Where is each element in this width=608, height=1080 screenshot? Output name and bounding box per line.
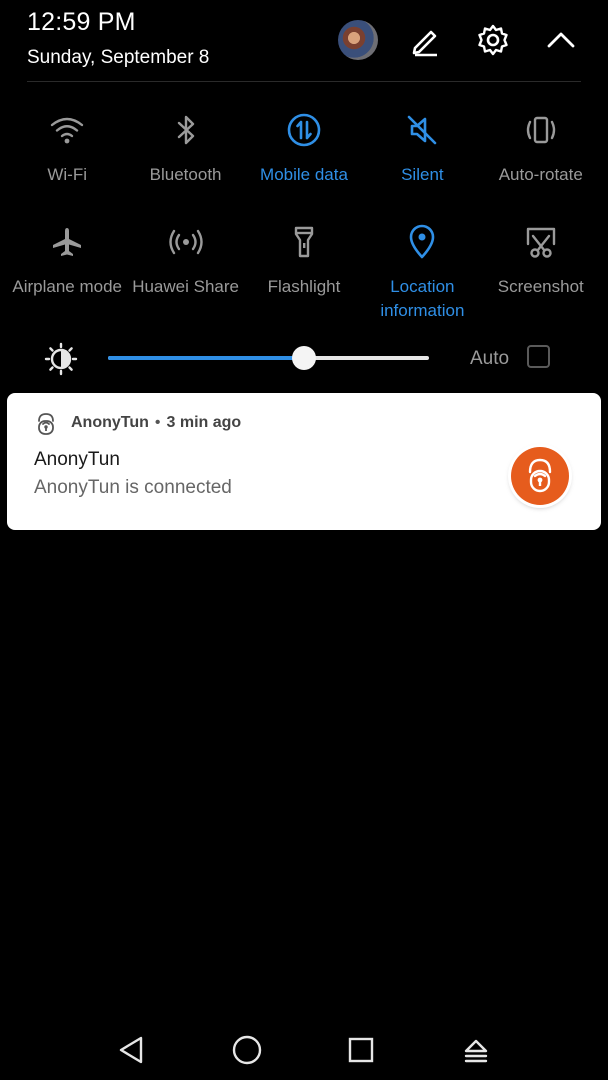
notification-meta: AnonyTun • 3 min ago — [71, 414, 241, 432]
tile-bluetooth[interactable]: Bluetooth — [126, 110, 244, 187]
edit-icon[interactable] — [407, 22, 443, 58]
location-icon — [402, 222, 442, 262]
tile-auto-rotate[interactable]: Auto-rotate — [482, 110, 600, 187]
tile-label: Screenshot — [497, 277, 584, 296]
tile-silent[interactable]: Silent — [363, 110, 481, 187]
notification-card[interactable]: AnonyTun • 3 min ago AnonyTun AnonyTun is … — [7, 393, 601, 530]
silent-icon — [402, 110, 442, 150]
notification-title: AnonyTun — [34, 449, 120, 470]
brightness-slider-fill — [108, 356, 304, 360]
tile-label: Mobile data — [260, 165, 348, 184]
tile-airplane-mode[interactable]: Airplane mode — [8, 222, 126, 323]
auto-brightness-label: Auto — [470, 348, 510, 369]
airplane-icon — [47, 222, 87, 262]
tile-screenshot[interactable]: Screenshot — [482, 222, 600, 323]
tile-wifi[interactable]: Wi-Fi — [8, 110, 126, 187]
tile-huawei-share[interactable]: Huawei Share — [126, 222, 244, 323]
tile-location-information[interactable]: Location information — [363, 222, 481, 323]
notification-dismiss-icon[interactable] — [456, 1030, 496, 1070]
tile-label: Huawei Share — [132, 277, 239, 296]
home-icon[interactable] — [227, 1030, 267, 1070]
bluetooth-icon — [166, 110, 206, 150]
notification-separator: • — [154, 414, 161, 431]
auto-rotate-icon — [521, 110, 561, 150]
huawei-share-icon — [166, 222, 206, 262]
tile-label: Silent — [401, 165, 444, 184]
tile-label: Auto-rotate — [498, 165, 583, 184]
notification-app-name: AnonyTun — [71, 414, 149, 431]
anonytun-small-icon — [35, 412, 57, 436]
brightness-icon — [44, 342, 78, 376]
tile-label: Bluetooth — [149, 165, 222, 184]
tile-label: Flashlight — [267, 277, 341, 296]
notification-time: 3 min ago — [166, 414, 242, 431]
tile-mobile-data[interactable]: Mobile data — [245, 110, 363, 187]
tiles-row-1: Wi-Fi Bluetooth Mobile data Silent Auto-… — [8, 110, 600, 187]
tile-label: Wi-Fi — [47, 165, 88, 184]
auto-brightness-checkbox[interactable] — [527, 345, 550, 368]
collapse-chevron-up-icon[interactable] — [543, 22, 579, 58]
notification-text: AnonyTun is connected — [34, 477, 232, 498]
settings-gear-icon[interactable] — [475, 22, 511, 58]
tile-label: Airplane mode — [12, 277, 122, 296]
back-icon[interactable] — [112, 1030, 152, 1070]
flashlight-icon — [284, 222, 324, 262]
brightness-slider-thumb[interactable] — [291, 346, 316, 370]
screenshot-icon — [521, 222, 561, 262]
clock-time: 12:59 PM — [27, 8, 136, 36]
anonytun-app-icon — [511, 447, 569, 505]
header-divider — [27, 81, 581, 82]
brightness-slider[interactable] — [108, 346, 429, 370]
recents-icon[interactable] — [341, 1030, 381, 1070]
mobile-data-icon — [284, 110, 324, 150]
tile-label: Location information — [380, 277, 465, 320]
avatar[interactable] — [338, 20, 378, 60]
wifi-icon — [47, 110, 87, 150]
date-label: Sunday, September 8 — [27, 47, 210, 68]
tile-flashlight[interactable]: Flashlight — [245, 222, 363, 323]
tiles-row-2: Airplane mode Huawei Share Flashlight Lo… — [8, 222, 600, 323]
